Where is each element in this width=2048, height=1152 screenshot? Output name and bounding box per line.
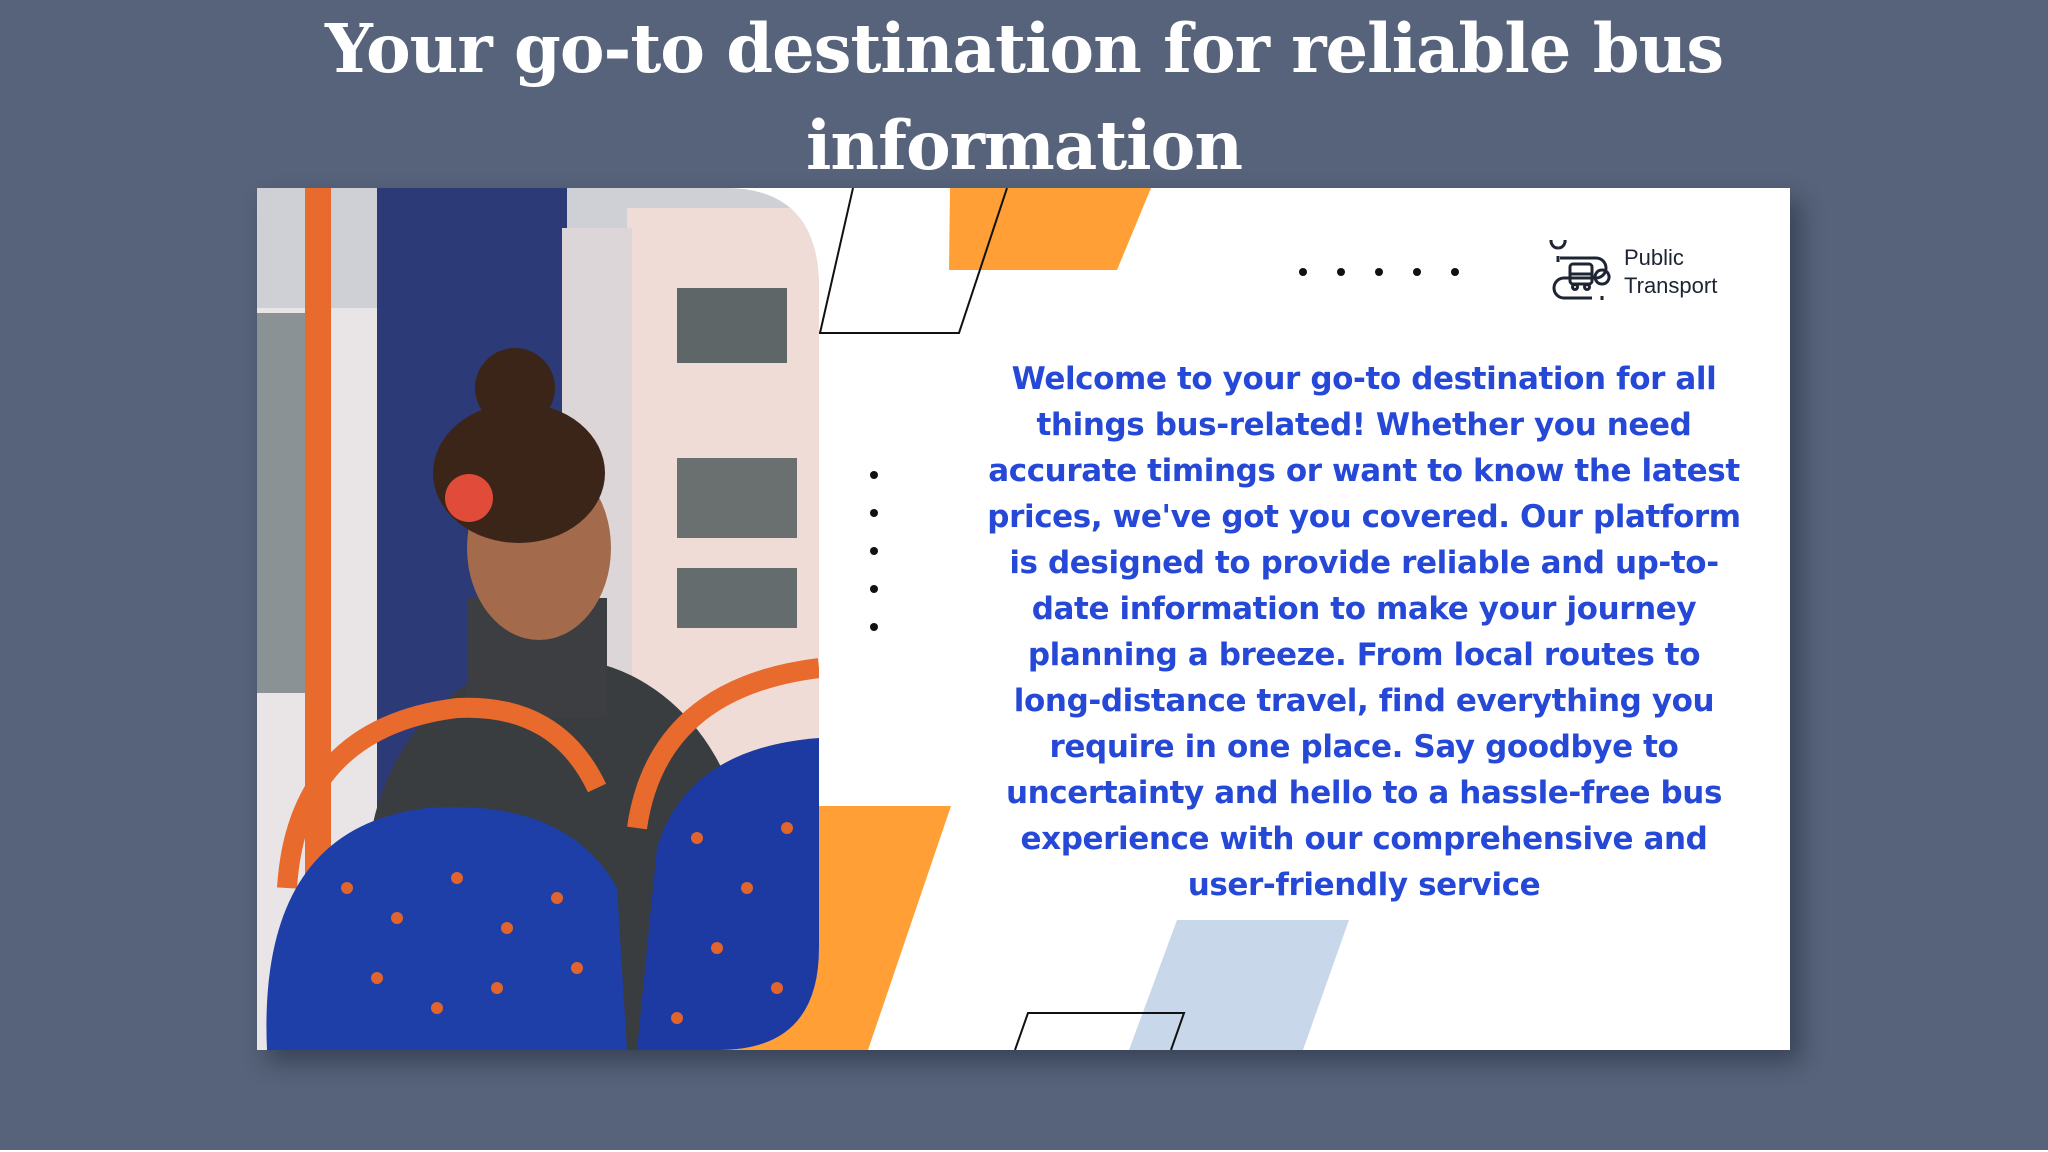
welcome-paragraph: Welcome to your go-to destination for al… <box>987 361 1741 903</box>
dot <box>1337 268 1345 276</box>
headline-line-2: information <box>805 106 1243 185</box>
light-blue-parallelogram <box>1129 920 1349 1050</box>
dot <box>870 623 878 631</box>
brand-name: Public Transport <box>1624 244 1717 300</box>
dot <box>1375 268 1383 276</box>
headline-line-1: Your go-to destination for reliable bus <box>324 9 1724 88</box>
dot <box>870 471 878 479</box>
dot <box>870 547 878 555</box>
orange-parallelogram-top <box>949 188 1151 270</box>
dot <box>1451 268 1459 276</box>
passenger-photo <box>257 188 819 1050</box>
brand-logo: Public Transport <box>1548 240 1717 304</box>
brand-name-line-2: Transport <box>1624 273 1718 298</box>
dot <box>1413 268 1421 276</box>
dot <box>1299 268 1307 276</box>
dot <box>870 509 878 517</box>
page-headline: Your go-to destination for reliable bus … <box>324 0 1724 194</box>
bus-route-icon <box>1549 240 1611 300</box>
info-card: Public Transport Welcome to your go-to d… <box>257 188 1790 1050</box>
brand-name-line-1: Public <box>1624 245 1684 270</box>
dot <box>870 585 878 593</box>
